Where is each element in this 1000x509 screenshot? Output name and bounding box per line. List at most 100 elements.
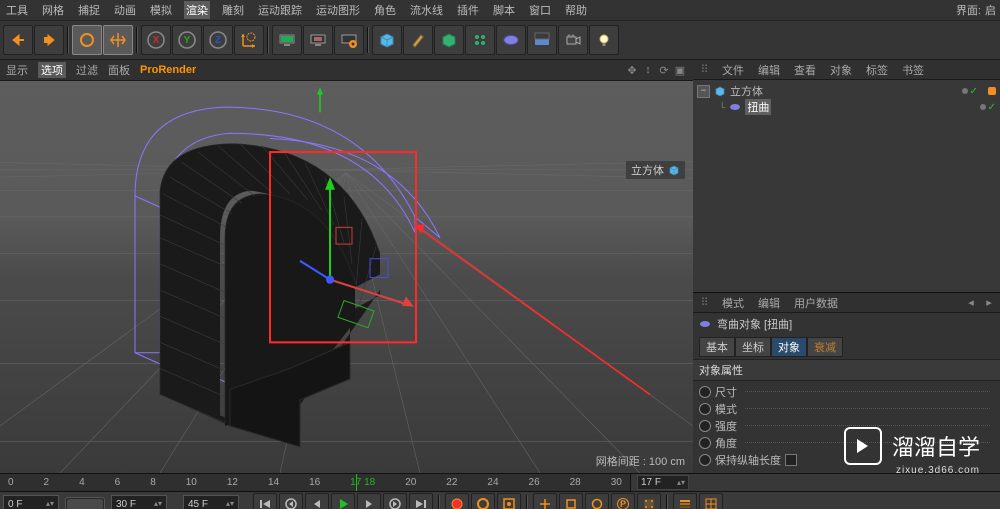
- attr-prev-icon[interactable]: ◂: [964, 296, 978, 310]
- attr-row-size[interactable]: 尺寸: [699, 383, 994, 400]
- render-view-button[interactable]: [272, 25, 302, 55]
- key-scale-button[interactable]: [559, 493, 583, 509]
- nurbs-subdiv-button[interactable]: [434, 25, 464, 55]
- radio-icon[interactable]: [699, 420, 711, 432]
- menu-sim[interactable]: 模拟: [148, 1, 174, 19]
- attr-subtab-basic[interactable]: 基本: [699, 337, 735, 357]
- om-tab-object[interactable]: 对象: [827, 61, 855, 79]
- tree-collapse-icon[interactable]: −: [697, 85, 710, 98]
- maximize-view-icon[interactable]: ▣: [673, 63, 687, 77]
- environment-button[interactable]: [527, 25, 557, 55]
- viewport-tab-prorender[interactable]: ProRender: [140, 64, 196, 76]
- key-selection-button[interactable]: [497, 493, 521, 509]
- menu-tools[interactable]: 工具: [4, 1, 30, 19]
- attr-row-keeplength[interactable]: 保持纵轴长度: [699, 451, 994, 468]
- attr-tab-mode[interactable]: 模式: [719, 294, 747, 312]
- timeline-options-button[interactable]: [673, 493, 697, 509]
- menu-render[interactable]: 渲染: [184, 1, 210, 19]
- key-param-button[interactable]: P: [611, 493, 635, 509]
- axis-z-button[interactable]: Z: [203, 25, 233, 55]
- light-button[interactable]: [589, 25, 619, 55]
- zoom-view-icon[interactable]: ↕: [641, 63, 655, 77]
- axis-x-button[interactable]: X: [141, 25, 171, 55]
- tree-vis-bend[interactable]: ✓: [980, 102, 996, 113]
- menu-char[interactable]: 角色: [372, 1, 398, 19]
- coord-system-button[interactable]: [234, 25, 264, 55]
- prev-frame-button[interactable]: [305, 493, 329, 509]
- menu-pipeline[interactable]: 流水线: [408, 1, 445, 19]
- generator-button[interactable]: [465, 25, 495, 55]
- tree-label-cube[interactable]: 立方体: [730, 83, 763, 99]
- menu-plugins[interactable]: 插件: [455, 1, 481, 19]
- radio-icon[interactable]: [699, 386, 711, 398]
- radio-icon[interactable]: [699, 454, 711, 466]
- range-end-field[interactable]: 30 F▴▾: [111, 495, 167, 509]
- viewport-tab-display[interactable]: 显示: [6, 62, 28, 78]
- timeline-more-button[interactable]: [699, 493, 723, 509]
- menu-window[interactable]: 窗口: [527, 1, 553, 19]
- viewport-tab-options[interactable]: 选项: [38, 62, 66, 78]
- viewport-3d[interactable]: 立方体 网格间距 : 100 cm: [0, 81, 693, 473]
- key-rot-button[interactable]: [585, 493, 609, 509]
- move-tool-button[interactable]: [103, 25, 133, 55]
- play-button[interactable]: [331, 493, 355, 509]
- next-key-button[interactable]: [383, 493, 407, 509]
- attr-subtab-falloff[interactable]: 衰减: [807, 337, 843, 357]
- tree-row-cube[interactable]: − 立方体 ✓: [697, 83, 996, 99]
- menu-script[interactable]: 脚本: [491, 1, 517, 19]
- range-end-field-2[interactable]: 45 F▴▾: [183, 495, 239, 509]
- om-tab-bookmark[interactable]: 书签: [899, 61, 927, 79]
- attr-next-icon[interactable]: ▸: [982, 296, 996, 310]
- camera-button[interactable]: [558, 25, 588, 55]
- checkbox-icon[interactable]: [785, 454, 797, 466]
- om-tab-edit[interactable]: 编辑: [755, 61, 783, 79]
- menu-sculpt[interactable]: 雕刻: [220, 1, 246, 19]
- range-start-field[interactable]: 0 F▴▾: [3, 495, 59, 509]
- current-frame-field[interactable]: 17 F ▴▾: [637, 475, 689, 490]
- menu-snap[interactable]: 捕捉: [76, 1, 102, 19]
- phong-tag-icon[interactable]: [988, 87, 996, 95]
- attr-tab-edit[interactable]: 编辑: [755, 294, 783, 312]
- deformer-button[interactable]: [496, 25, 526, 55]
- om-tab-tags[interactable]: 标签: [863, 61, 891, 79]
- render-settings-button[interactable]: [334, 25, 364, 55]
- attr-tab-userdata[interactable]: 用户数据: [791, 294, 841, 312]
- live-select-button[interactable]: [72, 25, 102, 55]
- attr-row-strength[interactable]: 强度: [699, 417, 994, 434]
- rotate-view-icon[interactable]: ⟳: [657, 63, 671, 77]
- viewport-tab-filter[interactable]: 过滤: [76, 62, 98, 78]
- prev-key-button[interactable]: [279, 493, 303, 509]
- tree-label-bend[interactable]: 扭曲: [745, 99, 771, 115]
- key-pos-button[interactable]: [533, 493, 557, 509]
- goto-end-button[interactable]: [409, 493, 433, 509]
- timeline-track[interactable]: 0 2 4 6 8 10 12 14 16 17 18 20 22 24 26 …: [0, 474, 631, 491]
- attr-subtab-coord[interactable]: 坐标: [735, 337, 771, 357]
- render-region-button[interactable]: [303, 25, 333, 55]
- menu-mtrack[interactable]: 运动跟踪: [256, 1, 304, 19]
- om-tab-file[interactable]: 文件: [719, 61, 747, 79]
- tree-row-bend[interactable]: └ 扭曲 ✓: [697, 99, 996, 115]
- axis-y-button[interactable]: Y: [172, 25, 202, 55]
- primitive-cube-button[interactable]: [372, 25, 402, 55]
- interface-dropdown[interactable]: 启: [985, 2, 996, 18]
- key-pla-button[interactable]: [637, 493, 661, 509]
- attr-subtab-object[interactable]: 对象: [771, 337, 807, 357]
- radio-icon[interactable]: [699, 437, 711, 449]
- attr-row-mode[interactable]: 模式: [699, 400, 994, 417]
- goto-start-button[interactable]: [253, 493, 277, 509]
- pan-view-icon[interactable]: ✥: [625, 63, 639, 77]
- viewport-tab-panel[interactable]: 面板: [108, 62, 130, 78]
- spline-pen-button[interactable]: [403, 25, 433, 55]
- menu-help[interactable]: 帮助: [563, 1, 589, 19]
- radio-icon[interactable]: [699, 403, 711, 415]
- menu-mesh[interactable]: 网格: [40, 1, 66, 19]
- undo-button[interactable]: [3, 25, 33, 55]
- record-key-button[interactable]: [445, 493, 469, 509]
- next-frame-button[interactable]: [357, 493, 381, 509]
- panel-drag-handle[interactable]: ⠿: [697, 63, 711, 77]
- menu-anim[interactable]: 动画: [112, 1, 138, 19]
- timeline-marker[interactable]: [356, 474, 357, 491]
- om-tab-view[interactable]: 查看: [791, 61, 819, 79]
- object-tree[interactable]: − 立方体 ✓ └ 扭曲 ✓: [693, 80, 1000, 292]
- autokey-button[interactable]: [471, 493, 495, 509]
